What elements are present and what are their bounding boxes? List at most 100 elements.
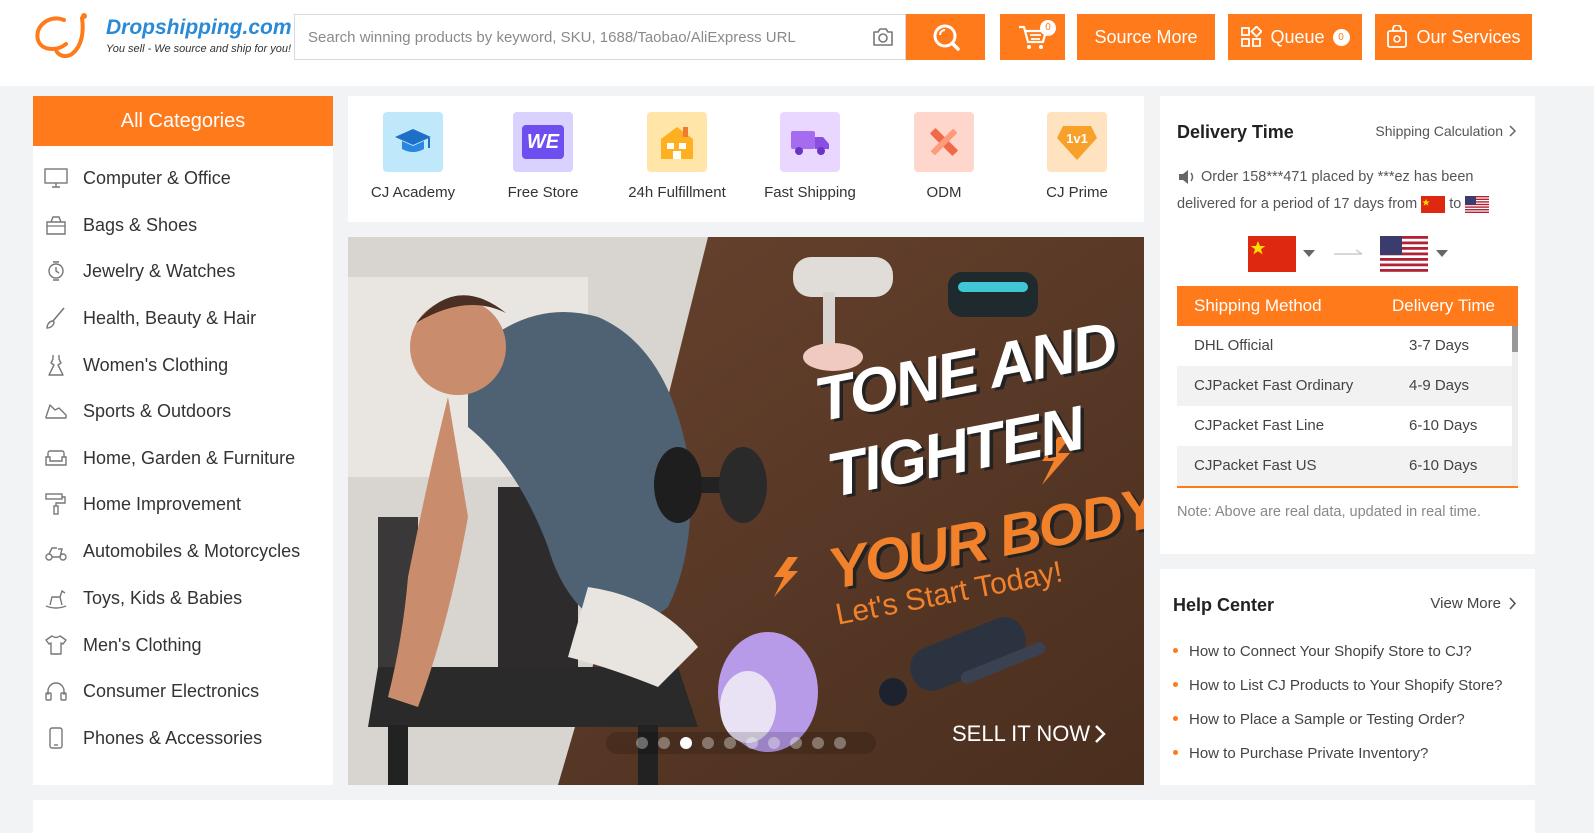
carousel-dot[interactable]: [724, 737, 736, 749]
help-center-panel: Help Center View More How to Connect You…: [1160, 569, 1535, 785]
source-more-label: Source More: [1094, 26, 1198, 47]
delivery-ticker: Order 158***471 placed by ***ez has been…: [1177, 164, 1522, 218]
chevron-right-icon: [1095, 725, 1106, 743]
cart-count-badge: 0: [1040, 20, 1056, 36]
time-cell: 4-9 Days: [1409, 377, 1470, 394]
category-item[interactable]: Phones & Accessories: [33, 716, 333, 760]
feature-cj-prime[interactable]: 1v1 CJ Prime: [1012, 112, 1142, 201]
shipping-calculation-link[interactable]: Shipping Calculation: [1375, 123, 1517, 139]
category-item[interactable]: Home Improvement: [33, 482, 333, 526]
sell-it-now-label: SELL IT NOW: [952, 721, 1091, 746]
queue-count-badge: 0: [1332, 28, 1350, 46]
promo-banner[interactable]: TONE AND TIGHTEN YOUR BODY Let's Start T…: [348, 237, 1144, 785]
category-label: Home, Garden & Furniture: [83, 448, 296, 468]
search-input[interactable]: [295, 15, 855, 59]
category-item[interactable]: Women's Clothing: [33, 343, 333, 387]
category-item[interactable]: Jewelry & Watches: [33, 249, 333, 293]
camera-icon[interactable]: [871, 26, 895, 48]
category-label: Jewelry & Watches: [83, 261, 236, 281]
carousel-dot[interactable]: [812, 737, 824, 749]
brush-icon: [46, 307, 65, 329]
carousel-dot[interactable]: [636, 737, 648, 749]
delivery-time-panel: Delivery Time Shipping Calculation Order…: [1160, 96, 1535, 554]
carousel-dot[interactable]: [658, 737, 670, 749]
phone-icon: [49, 727, 63, 749]
chevron-right-icon: [1509, 597, 1517, 610]
scrollbar-thumb[interactable]: [1512, 326, 1518, 352]
logo[interactable]: Dropshipping.com You sell - We source an…: [32, 12, 292, 62]
headphones-icon: [45, 682, 67, 701]
logo-name: Dropshipping.com: [106, 16, 292, 39]
help-link[interactable]: How to List CJ Products to Your Shopify …: [1173, 677, 1523, 694]
route-selector: [1248, 234, 1458, 274]
feature-label: CJ Prime: [1046, 184, 1108, 201]
warehouse-icon: [647, 112, 707, 172]
speaker-icon: [1179, 170, 1194, 185]
sofa-icon: [45, 450, 67, 466]
view-more-link[interactable]: View More: [1430, 595, 1517, 612]
category-item[interactable]: Men's Clothing: [33, 623, 333, 667]
services-bag-icon: [1387, 25, 1408, 48]
carousel-dots: [606, 732, 876, 754]
carousel-dot[interactable]: [768, 737, 780, 749]
category-item[interactable]: Home, Garden & Furniture: [33, 436, 333, 480]
feature-cj-academy[interactable]: CJ Academy: [348, 112, 478, 201]
cart-button[interactable]: 0: [1000, 14, 1065, 60]
method-cell: CJPacket Fast Line: [1194, 417, 1325, 434]
prime-badge-icon: 1v1: [1047, 112, 1107, 172]
table-row: CJPacket Fast US 6-10 Days: [1177, 446, 1512, 486]
source-more-button[interactable]: Source More: [1077, 14, 1215, 60]
feature-fast-shipping[interactable]: Fast Shipping: [745, 112, 875, 201]
sell-it-now-link[interactable]: SELL IT NOW: [952, 721, 1106, 747]
category-item[interactable]: Toys, Kids & Babies: [33, 576, 333, 620]
china-flag-icon: [1421, 195, 1446, 213]
category-item[interactable]: Bags & Shoes: [33, 203, 333, 247]
shipping-calculation-label: Shipping Calculation: [1375, 123, 1503, 139]
feature-odm[interactable]: ODM: [879, 112, 1009, 201]
feature-label: Fast Shipping: [764, 184, 856, 201]
category-item[interactable]: Sports & Outdoors: [33, 389, 333, 433]
paint-roller-icon: [45, 493, 66, 515]
queue-button[interactable]: Queue 0: [1228, 14, 1362, 60]
category-label: Health, Beauty & Hair: [83, 308, 257, 328]
time-cell: 3-7 Days: [1409, 337, 1470, 354]
help-link[interactable]: How to Connect Your Shopify Store to CJ?: [1173, 643, 1523, 660]
column-header: Delivery Time: [1392, 296, 1495, 315]
help-link[interactable]: How to Place a Sample or Testing Order?: [1173, 711, 1523, 728]
chevron-right-icon: [1509, 125, 1517, 137]
all-categories-header[interactable]: All Categories: [33, 96, 333, 146]
watch-icon: [48, 261, 64, 281]
carousel-dot[interactable]: [746, 737, 758, 749]
usa-flag-icon: [1465, 195, 1490, 213]
feature-24h-fulfillment[interactable]: 24h Fulfillment: [612, 112, 742, 201]
category-item[interactable]: Consumer Electronics: [33, 669, 333, 713]
our-services-button[interactable]: Our Services: [1375, 14, 1532, 60]
feature-free-store[interactable]: WE Free Store: [478, 112, 608, 201]
category-sidebar: All Categories Computer & Office Bags & …: [33, 96, 333, 785]
carousel-dot-active[interactable]: [680, 737, 692, 749]
search-icon: [933, 24, 960, 51]
search-button[interactable]: [906, 14, 985, 60]
queue-label: Queue: [1270, 26, 1325, 47]
help-link[interactable]: How to Purchase Private Inventory?: [1173, 745, 1523, 762]
category-item[interactable]: Health, Beauty & Hair: [33, 296, 333, 340]
category-item[interactable]: Automobiles & Motorcycles: [33, 529, 333, 573]
origin-country-select[interactable]: [1248, 234, 1315, 274]
table-scrollbar[interactable]: [1512, 326, 1518, 486]
tshirt-icon: [45, 635, 67, 655]
table-row: CJPacket Fast Line 6-10 Days: [1177, 406, 1512, 446]
route-arrow-icon: [1334, 249, 1363, 255]
scooter-icon: [45, 547, 67, 561]
carousel-dot[interactable]: [790, 737, 802, 749]
carousel-dot[interactable]: [834, 737, 846, 749]
category-label: Computer & Office: [83, 168, 231, 188]
method-cell: DHL Official: [1194, 337, 1274, 354]
category-label: Automobiles & Motorcycles: [83, 541, 301, 561]
carousel-dot[interactable]: [702, 737, 714, 749]
china-flag-icon: [1248, 236, 1296, 272]
prime-badge-text: 1v1: [1066, 131, 1088, 146]
category-item[interactable]: Computer & Office: [33, 156, 333, 200]
cj-logo-icon: [35, 13, 87, 58]
all-categories-label: All Categories: [120, 109, 246, 132]
destination-country-select[interactable]: [1380, 234, 1448, 274]
